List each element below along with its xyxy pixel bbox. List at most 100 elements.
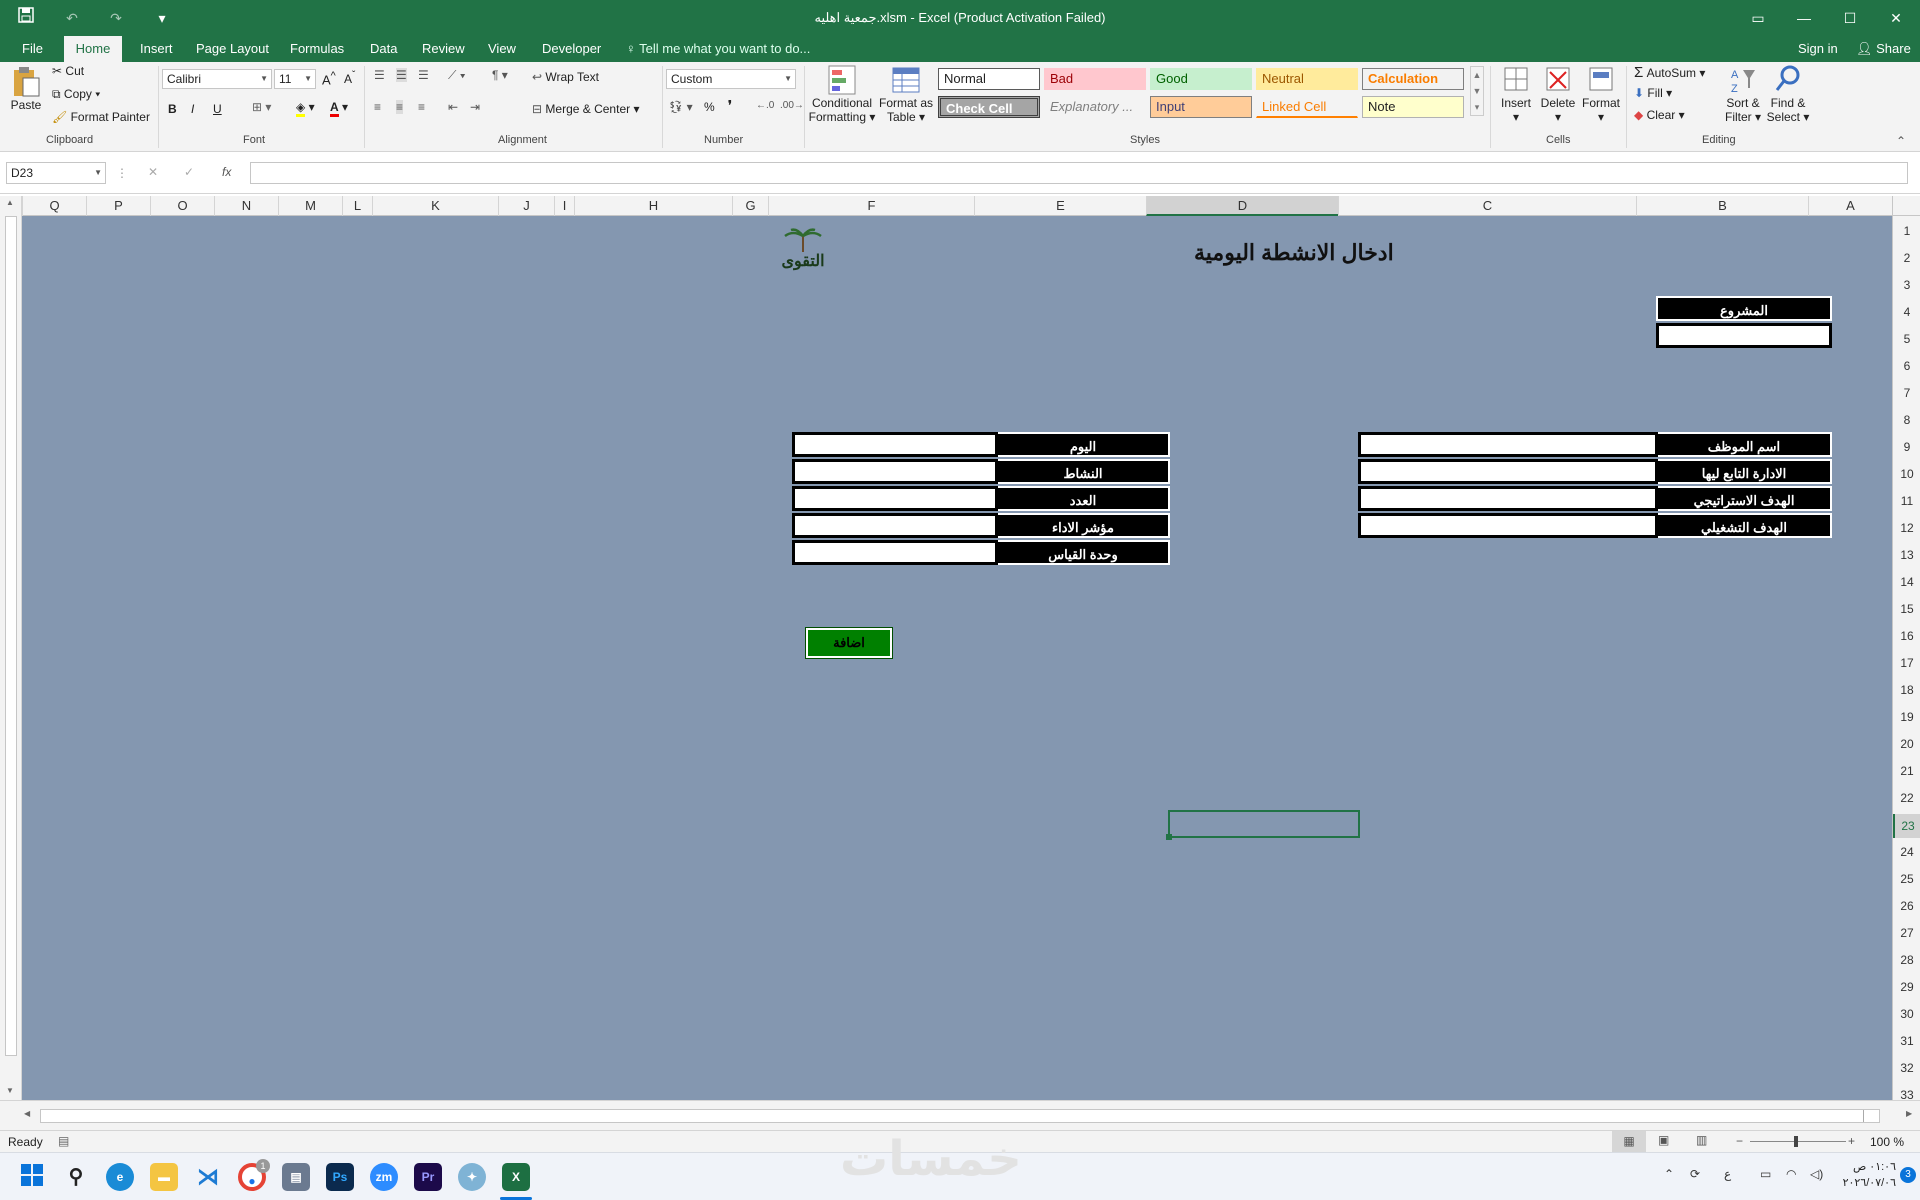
style-check-cell[interactable]: Check Cell [938,96,1040,118]
name-box[interactable]: D23 ▼ [6,162,106,184]
column-header-k[interactable]: K [372,196,498,216]
vscode-icon[interactable]: ⋊ [194,1163,222,1191]
column-header-c[interactable]: C [1338,196,1636,216]
row-header[interactable]: 21 [1893,764,1920,778]
tab-view[interactable]: View [484,36,520,62]
close-icon[interactable]: ✕ [1884,6,1908,30]
row-header[interactable]: 26 [1893,899,1920,913]
row-header[interactable]: 30 [1893,1007,1920,1021]
zoom-app-icon[interactable]: zm [370,1163,398,1191]
macro-record-icon[interactable]: ▤ [58,1134,69,1148]
row-header[interactable]: 22 [1893,791,1920,805]
column-header-a[interactable]: A [1808,196,1892,216]
column-header-q[interactable]: Q [22,196,86,216]
column-header-b[interactable]: B [1636,196,1808,216]
zoom-slider-thumb[interactable] [1794,1136,1798,1147]
decrease-font-icon[interactable]: Aˇ [344,70,355,86]
column-header-m[interactable]: M [278,196,342,216]
sort-filter-button[interactable]: AZ Sort & Filter ▾ [1722,64,1764,124]
edge-icon[interactable]: e [106,1163,134,1191]
file-explorer-icon[interactable]: ▬ [150,1163,178,1191]
select-all-corner[interactable] [1892,196,1920,216]
ribbon-display-options-icon[interactable]: ▭ [1746,6,1770,30]
conditional-formatting-button[interactable]: Conditional Formatting ▾ [808,64,876,124]
style-note[interactable]: Note [1362,96,1464,118]
bold-button[interactable]: B [168,102,177,116]
column-header-h[interactable]: H [574,196,732,216]
column-header-d[interactable]: D [1146,196,1338,216]
worksheet-grid[interactable]: ادخال الانشطة اليومية التقوى المشروع اسم… [22,216,1892,1100]
activity-field[interactable] [792,459,998,484]
autosum-button[interactable]: Σ AutoSum ▾ [1634,64,1705,81]
decrease-decimal-icon[interactable]: .00→ [780,100,804,111]
wifi-icon[interactable]: ◠ [1786,1167,1796,1181]
row-header[interactable]: 24 [1893,845,1920,859]
row-header[interactable]: 19 [1893,710,1920,724]
align-left-icon[interactable]: ≡ [374,100,381,114]
align-middle-icon[interactable]: ☰ [396,68,407,82]
row-header[interactable]: 27 [1893,926,1920,940]
increase-indent-icon[interactable]: ⇥ [470,100,480,114]
increase-font-icon[interactable]: A^ [322,70,336,87]
row-header[interactable]: 15 [1893,602,1920,616]
display-icon[interactable]: ▭ [1760,1167,1771,1181]
row-header[interactable]: 11 [1893,494,1920,508]
premiere-icon[interactable]: Pr [414,1163,442,1191]
minimize-icon[interactable]: — [1792,6,1816,30]
project-field[interactable] [1656,323,1832,348]
font-color-icon[interactable]: A ▾ [330,100,348,117]
column-header-e[interactable]: E [974,196,1146,216]
zoom-out-icon[interactable]: − [1736,1134,1743,1148]
row-header[interactable]: 20 [1893,737,1920,751]
row-header[interactable]: 17 [1893,656,1920,670]
sign-in-link[interactable]: Sign in [1794,36,1842,62]
wrap-text-button[interactable]: ↩ Wrap Text [532,70,599,84]
selected-cell-d23[interactable] [1166,810,1360,840]
format-cells-button[interactable]: Format ▾ [1580,64,1622,124]
row-header[interactable]: 1 [1893,224,1920,238]
sync-icon[interactable]: ⟳ [1690,1167,1700,1181]
column-header-l[interactable]: L [342,196,372,216]
fill-color-icon[interactable]: ◈ ▾ [296,100,315,117]
align-top-icon[interactable]: ☰ [374,68,385,82]
tab-review[interactable]: Review [418,36,469,62]
underline-button[interactable]: U [213,102,222,116]
tab-data[interactable]: Data [366,36,401,62]
row-header[interactable]: 10 [1893,467,1920,481]
network-app-icon[interactable]: ✦ [458,1163,486,1191]
volume-icon[interactable]: ◁) [1810,1167,1823,1181]
scroll-left-icon[interactable]: ◀ [24,1109,30,1118]
style-good[interactable]: Good [1150,68,1252,90]
unit-of-measure-field[interactable] [792,540,998,565]
clock[interactable]: ٠١:٠٦ ص ٢٠٢٦/٠٧/٠٦ [1830,1159,1896,1191]
row-header[interactable]: 31 [1893,1034,1920,1048]
row-header[interactable]: 29 [1893,980,1920,994]
tab-page-layout[interactable]: Page Layout [192,36,273,62]
decrease-indent-icon[interactable]: ⇤ [448,100,458,114]
row-header[interactable]: 13 [1893,548,1920,562]
row-header[interactable]: 7 [1893,386,1920,400]
zoom-in-icon[interactable]: + [1848,1134,1855,1148]
app-icon[interactable]: ▤ [282,1163,310,1191]
cut-button[interactable]: ✂ Cut [52,64,84,78]
add-button[interactable]: اضافة [805,627,893,659]
format-as-table-button[interactable]: Format as Table ▾ [878,64,934,124]
style-neutral[interactable]: Neutral [1256,68,1358,90]
row-header[interactable]: 18 [1893,683,1920,697]
column-header-i[interactable]: I [554,196,574,216]
row-header[interactable]: 12 [1893,521,1920,535]
row-header[interactable]: 5 [1893,332,1920,346]
style-calculation[interactable]: Calculation [1362,68,1464,90]
windows-start-icon[interactable] [18,1163,46,1191]
confirm-entry-icon[interactable]: ✓ [184,165,194,179]
copy-button[interactable]: ⧉ Copy ▾ [52,87,100,102]
scroll-thumb[interactable] [1863,1110,1879,1122]
page-layout-view-icon[interactable]: ▣ [1658,1133,1669,1147]
align-right-icon[interactable]: ≡ [418,100,425,114]
scroll-right-icon[interactable]: ▶ [1906,1109,1912,1118]
column-header-p[interactable]: P [86,196,150,216]
column-header-f[interactable]: F [768,196,974,216]
scroll-thumb[interactable] [5,216,17,1056]
percent-style-button[interactable]: % [704,100,715,114]
zoom-slider[interactable] [1750,1136,1846,1147]
